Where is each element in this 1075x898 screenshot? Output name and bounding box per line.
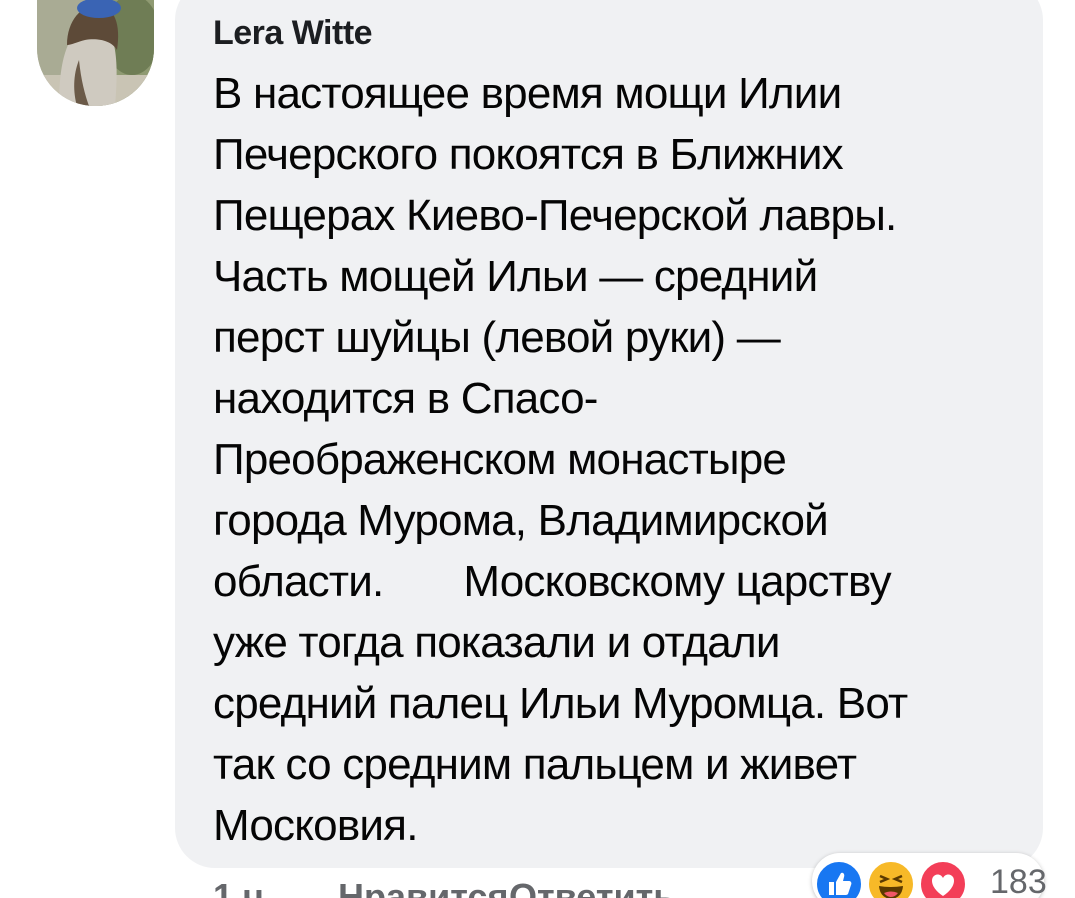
love-icon (918, 859, 968, 898)
comment-line: Печерского покоятся в Ближних (213, 130, 844, 179)
haha-icon (866, 859, 916, 898)
avatar-photo (37, 0, 154, 106)
avatar[interactable] (37, 0, 154, 106)
comment-line: Часть мощей Ильи — средний (213, 252, 818, 301)
comment-line: Преображенском монастыре (213, 435, 787, 484)
comment-line: Пещерах Киево-Печерской лавры. (213, 191, 897, 240)
comment-screen: Lera Witte В настоящее время мощи Илии П… (0, 0, 1075, 898)
reply-link[interactable]: Ответить (509, 876, 675, 898)
reaction-summary[interactable]: 183 (812, 853, 1047, 898)
comment-line: В настоящее время мощи Илии (213, 69, 842, 118)
reaction-count: 183 (990, 863, 1047, 898)
comment-text: В настоящее время мощи Илии Печерского п… (213, 63, 908, 856)
comment-line: области. Московскому царству (213, 557, 892, 606)
like-icon (814, 859, 864, 898)
comment-line: города Мурома, Владимирской (213, 496, 829, 545)
comment-timestamp[interactable]: 1 ч (213, 876, 264, 898)
comment-line: так со средним пальцем и живет (213, 740, 857, 789)
comment-line: уже тогда показали и отдали (213, 618, 780, 667)
comment-line: средний палец Ильи Муромца. Вот (213, 679, 908, 728)
comment-line: перст шуйцы (левой руки) — (213, 313, 781, 362)
like-link[interactable]: Нравится (338, 876, 508, 898)
comment-line: находится в Спасо- (213, 374, 598, 423)
comment-line: Московия. (213, 801, 418, 850)
comment-author-name[interactable]: Lera Witte (213, 14, 373, 53)
